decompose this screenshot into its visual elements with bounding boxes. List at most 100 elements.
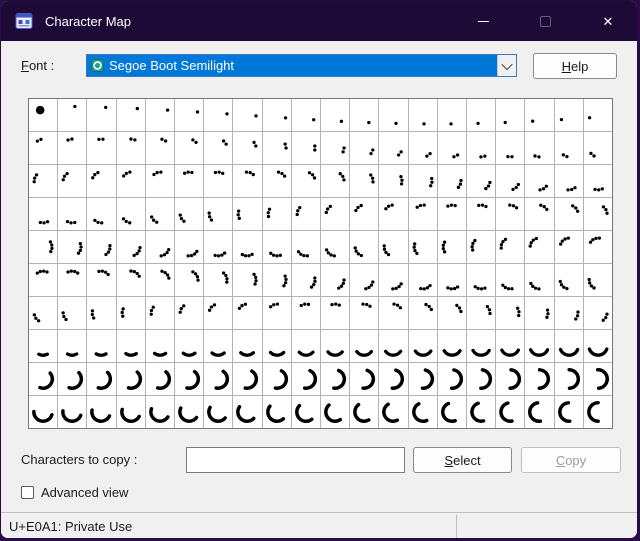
char-cell[interactable] xyxy=(233,297,262,329)
char-cell[interactable] xyxy=(525,132,554,164)
char-cell[interactable] xyxy=(291,363,320,395)
char-cell[interactable] xyxy=(116,198,145,230)
char-cell[interactable] xyxy=(321,264,350,296)
char-cell[interactable] xyxy=(175,363,204,395)
char-cell[interactable] xyxy=(554,231,583,263)
char-cell[interactable] xyxy=(554,198,583,230)
char-cell[interactable] xyxy=(291,330,320,362)
char-cell[interactable] xyxy=(145,198,174,230)
maximize-button[interactable] xyxy=(522,1,568,41)
select-button[interactable]: Select xyxy=(413,447,512,473)
char-cell[interactable] xyxy=(262,363,291,395)
char-cell[interactable] xyxy=(145,264,174,296)
char-cell[interactable] xyxy=(233,165,262,197)
char-cell[interactable] xyxy=(262,231,291,263)
char-cell[interactable] xyxy=(321,363,350,395)
char-cell[interactable] xyxy=(408,297,437,329)
char-cell[interactable] xyxy=(583,396,612,428)
char-cell[interactable] xyxy=(496,330,525,362)
char-cell[interactable] xyxy=(350,165,379,197)
copy-input[interactable] xyxy=(186,447,405,473)
char-cell[interactable] xyxy=(145,297,174,329)
char-cell[interactable] xyxy=(467,165,496,197)
char-cell[interactable] xyxy=(583,264,612,296)
char-cell[interactable] xyxy=(29,396,58,428)
char-cell[interactable] xyxy=(496,165,525,197)
char-cell[interactable] xyxy=(350,231,379,263)
char-cell[interactable] xyxy=(291,165,320,197)
char-cell[interactable] xyxy=(291,264,320,296)
char-cell[interactable] xyxy=(204,99,233,131)
char-cell[interactable] xyxy=(437,198,466,230)
char-cell[interactable] xyxy=(525,330,554,362)
char-cell[interactable] xyxy=(496,297,525,329)
char-cell[interactable] xyxy=(467,198,496,230)
char-cell[interactable] xyxy=(145,231,174,263)
char-cell[interactable] xyxy=(525,99,554,131)
char-cell[interactable] xyxy=(437,297,466,329)
char-cell[interactable] xyxy=(467,264,496,296)
char-cell[interactable] xyxy=(379,231,408,263)
char-cell[interactable] xyxy=(291,132,320,164)
char-cell[interactable] xyxy=(145,330,174,362)
char-cell[interactable] xyxy=(204,330,233,362)
char-cell[interactable] xyxy=(467,231,496,263)
char-cell[interactable] xyxy=(204,363,233,395)
char-cell[interactable] xyxy=(58,297,87,329)
char-cell[interactable] xyxy=(496,264,525,296)
char-cell[interactable] xyxy=(204,132,233,164)
char-cell[interactable] xyxy=(58,363,87,395)
char-cell[interactable] xyxy=(437,330,466,362)
char-cell[interactable] xyxy=(291,396,320,428)
char-cell[interactable] xyxy=(496,396,525,428)
char-cell[interactable] xyxy=(58,264,87,296)
char-cell[interactable] xyxy=(379,132,408,164)
char-cell[interactable] xyxy=(204,231,233,263)
char-cell[interactable] xyxy=(437,396,466,428)
char-cell[interactable] xyxy=(554,297,583,329)
char-cell[interactable] xyxy=(525,165,554,197)
char-cell[interactable] xyxy=(58,132,87,164)
char-cell[interactable] xyxy=(262,396,291,428)
char-cell[interactable] xyxy=(583,198,612,230)
char-cell[interactable] xyxy=(321,132,350,164)
char-cell[interactable] xyxy=(29,132,58,164)
char-cell[interactable] xyxy=(350,99,379,131)
minimize-button[interactable] xyxy=(460,1,506,41)
char-cell[interactable] xyxy=(554,165,583,197)
font-combobox[interactable]: Segoe Boot Semilight xyxy=(86,54,517,77)
char-cell[interactable] xyxy=(350,363,379,395)
close-button[interactable]: ✕ xyxy=(585,1,631,41)
char-cell[interactable] xyxy=(350,198,379,230)
char-cell[interactable] xyxy=(379,363,408,395)
char-cell[interactable] xyxy=(350,264,379,296)
char-cell[interactable] xyxy=(379,165,408,197)
char-cell[interactable] xyxy=(87,264,116,296)
char-cell[interactable] xyxy=(321,330,350,362)
char-cell[interactable] xyxy=(583,165,612,197)
char-cell[interactable] xyxy=(204,264,233,296)
char-cell[interactable] xyxy=(408,99,437,131)
char-cell[interactable] xyxy=(29,99,58,131)
char-cell[interactable] xyxy=(467,396,496,428)
char-cell[interactable] xyxy=(233,396,262,428)
char-cell[interactable] xyxy=(233,231,262,263)
char-cell[interactable] xyxy=(496,198,525,230)
char-cell[interactable] xyxy=(204,396,233,428)
char-cell[interactable] xyxy=(291,99,320,131)
char-cell[interactable] xyxy=(262,99,291,131)
char-cell[interactable] xyxy=(204,165,233,197)
char-cell[interactable] xyxy=(116,396,145,428)
char-cell[interactable] xyxy=(583,231,612,263)
char-cell[interactable] xyxy=(437,231,466,263)
char-cell[interactable] xyxy=(408,363,437,395)
char-cell[interactable] xyxy=(583,297,612,329)
char-cell[interactable] xyxy=(408,198,437,230)
char-cell[interactable] xyxy=(554,132,583,164)
char-cell[interactable] xyxy=(233,132,262,164)
char-cell[interactable] xyxy=(554,363,583,395)
char-cell[interactable] xyxy=(467,132,496,164)
char-cell[interactable] xyxy=(233,198,262,230)
char-cell[interactable] xyxy=(116,297,145,329)
char-cell[interactable] xyxy=(87,99,116,131)
